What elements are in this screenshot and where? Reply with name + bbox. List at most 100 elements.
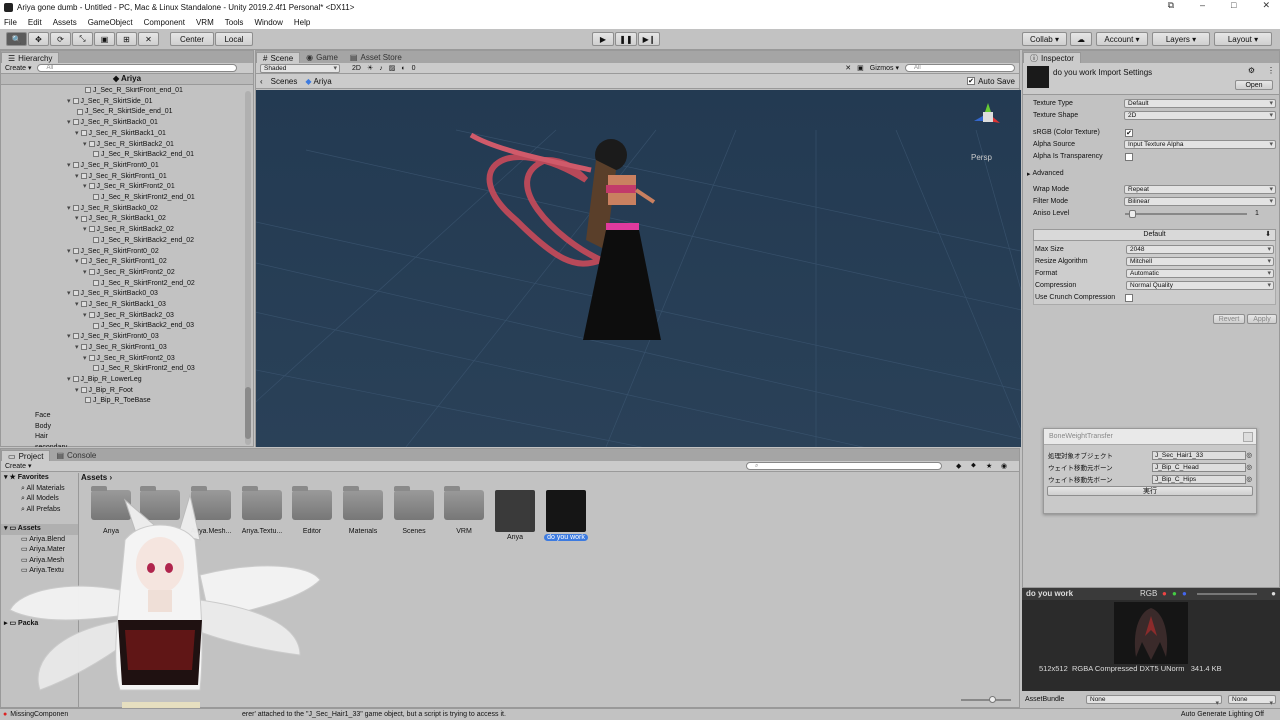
hierarchy-item[interactable]: J_Sec_R_SkirtFront2_end_03 (91, 364, 195, 374)
download-icon[interactable]: ⬇ (1265, 230, 1271, 240)
srgb-checkbox[interactable]: ✔ (1125, 128, 1133, 137)
menu-vrm[interactable]: VRM (196, 18, 214, 27)
expand-arrow-icon[interactable]: ▾ (75, 301, 79, 308)
step-button[interactable]: ▶❙ (638, 32, 660, 46)
channel-rgb-button[interactable]: RGB (1140, 588, 1157, 600)
hierarchy-create-button[interactable]: Create ▾ (5, 64, 31, 72)
hand-tool-button[interactable]: 🔍 (6, 32, 27, 46)
hierarchy-item[interactable]: secondary (35, 443, 67, 447)
asset-folder[interactable]: Materials (341, 486, 385, 535)
expand-arrow-icon[interactable]: ▾ (67, 333, 71, 340)
asset-folder[interactable]: Scenes (392, 486, 436, 535)
hierarchy-item[interactable]: ▾ J_Sec_R_SkirtFront2_03 (83, 354, 175, 364)
wrap-mode-dropdown[interactable]: Repeat (1124, 185, 1276, 194)
hierarchy-item[interactable]: ▾ J_Sec_R_SkirtBack2_02 (83, 225, 174, 235)
audio-toggle-icon[interactable]: ♪ (379, 65, 383, 72)
run-button[interactable]: 実行 (1047, 486, 1253, 496)
open-button[interactable]: Open (1235, 80, 1273, 90)
hierarchy-item[interactable]: Hair (35, 432, 48, 442)
bone-weight-dest-field[interactable]: J_Bip_C_Hips (1152, 474, 1246, 484)
tab-scene[interactable]: # Scene (256, 52, 301, 63)
menu-edit[interactable]: Edit (28, 18, 42, 27)
effects-toggle-icon[interactable]: ▨ (389, 64, 396, 72)
channel-blue-icon[interactable]: ● (1182, 588, 1187, 600)
hierarchy-item[interactable]: ▾ J_Sec_R_SkirtSide_01 (67, 97, 153, 107)
hidden-objects-icon[interactable]: ◐ (401, 65, 405, 72)
gizmos-dropdown[interactable]: Gizmos ▾ (870, 64, 899, 72)
resize-algorithm-dropdown[interactable]: Mitchell (1126, 257, 1274, 266)
menu-assets[interactable]: Assets (53, 18, 77, 27)
account-dropdown[interactable]: Account ▾ (1096, 32, 1148, 46)
hierarchy-item[interactable]: J_Bip_R_ToeBase (83, 396, 151, 406)
preview-options-icon[interactable]: ● (1271, 588, 1276, 600)
hierarchy-item[interactable]: ▾ J_Sec_R_SkirtFront2_01 (83, 182, 175, 192)
close-icon[interactable]: ✕ (1262, 0, 1270, 11)
channel-red-icon[interactable]: ● (1162, 588, 1167, 600)
layers-dropdown[interactable]: Layers ▾ (1152, 32, 1210, 46)
pause-button[interactable]: ❚❚ (615, 32, 637, 46)
compression-dropdown[interactable]: Normal Quality (1126, 281, 1274, 290)
scale-tool-button[interactable]: ⤡ (72, 32, 93, 46)
mip-slider[interactable] (1197, 593, 1257, 595)
apply-button[interactable]: Apply (1247, 314, 1277, 324)
expand-arrow-icon[interactable]: ▾ (83, 141, 87, 148)
bone-weight-title-bar[interactable]: BoneWeightTransfer (1044, 429, 1256, 445)
play-button[interactable]: ▶ (592, 32, 614, 46)
hierarchy-item[interactable]: ▾ J_Bip_R_LowerLeg (67, 375, 142, 385)
aniso-value[interactable]: 1 (1255, 210, 1259, 217)
transform-tool-button[interactable]: ⊞ (116, 32, 137, 46)
hierarchy-item[interactable]: ▾ J_Sec_R_SkirtFront2_02 (83, 268, 175, 278)
bone-weight-source-field[interactable]: J_Bip_C_Head (1152, 462, 1246, 472)
expand-arrow-icon[interactable]: ▾ (75, 387, 79, 394)
persp-label[interactable]: Persp (971, 153, 992, 162)
hierarchy-item[interactable]: J_Sec_R_SkirtBack2_end_01 (91, 150, 194, 160)
menu-window[interactable]: Window (254, 18, 282, 27)
gizmo-center[interactable] (983, 112, 993, 122)
hierarchy-scene-header[interactable]: ◆ Ariya (1, 74, 253, 85)
scene-viewport[interactable]: Persp (256, 90, 1021, 447)
asset-folder[interactable]: VRM (442, 486, 486, 535)
object-picker-icon[interactable]: ◎ (1246, 475, 1252, 483)
inspector-menu-icon[interactable]: ⋮ (1267, 66, 1275, 75)
hierarchy-scroll-thumb[interactable] (245, 387, 251, 439)
hierarchy-item[interactable]: Body (35, 422, 51, 432)
thumbnail-size-slider[interactable] (961, 696, 1011, 703)
bone-weight-close-button[interactable] (1243, 432, 1253, 442)
hierarchy-item[interactable]: ▾ J_Sec_R_SkirtFront1_02 (75, 257, 167, 267)
menu-component[interactable]: Component (144, 18, 185, 27)
tab-game[interactable]: ◉ Game (300, 52, 344, 63)
asset-texture[interactable]: do you work (544, 490, 588, 541)
expand-arrow-icon[interactable]: ▾ (75, 258, 79, 265)
scene-search-input[interactable]: All (905, 64, 1015, 72)
inspector-settings-icon[interactable]: ⚙ (1248, 66, 1255, 75)
menu-gameobject[interactable]: GameObject (88, 18, 133, 27)
status-message-start[interactable]: MissingComponen (10, 711, 68, 718)
expand-arrow-icon[interactable]: ▾ (75, 344, 79, 351)
tab-hierarchy[interactable]: ☰ Hierarchy (1, 52, 60, 63)
expand-arrow-icon[interactable]: ▾ (83, 355, 87, 362)
hierarchy-item[interactable]: ▾ J_Sec_R_SkirtBack2_01 (83, 140, 174, 150)
hierarchy-item[interactable]: ▾ J_Bip_R_Foot (75, 386, 133, 396)
hierarchy-item[interactable]: J_Sec_R_SkirtFront2_end_02 (91, 279, 195, 289)
2d-toggle[interactable]: 2D (352, 65, 361, 72)
menu-tools[interactable]: Tools (225, 18, 244, 27)
expand-arrow-icon[interactable]: ▾ (67, 162, 71, 169)
rect-tool-button[interactable]: ▣ (94, 32, 115, 46)
expand-arrow-icon[interactable]: ▾ (67, 290, 71, 297)
asset-variant-dropdown[interactable]: None (1228, 695, 1276, 712)
lighting-toggle-icon[interactable]: ☀ (367, 64, 373, 72)
channel-green-icon[interactable]: ● (1172, 588, 1177, 600)
hierarchy-item[interactable]: ▾ J_Sec_R_SkirtBack2_03 (83, 311, 174, 321)
hierarchy-item[interactable]: ▾ J_Sec_R_SkirtBack0_01 (67, 118, 158, 128)
hierarchy-item[interactable]: ▾ J_Sec_R_SkirtBack1_01 (75, 129, 166, 139)
expand-arrow-icon[interactable]: ▾ (83, 226, 87, 233)
hierarchy-item[interactable]: J_Sec_R_SkirtFront_end_01 (83, 87, 183, 96)
auto-save-toggle[interactable]: ✔ Auto Save (967, 77, 1015, 86)
camera-icon[interactable]: ▣ (857, 64, 864, 72)
maximize-icon[interactable]: □ (1231, 0, 1236, 11)
hierarchy-item[interactable]: ▾ J_Sec_R_SkirtBack1_02 (75, 214, 166, 224)
collab-dropdown[interactable]: Collab ▾ (1022, 32, 1067, 46)
texture-type-dropdown[interactable]: Default (1124, 99, 1276, 108)
hierarchy-item[interactable]: J_Sec_R_SkirtSide_end_01 (75, 107, 173, 117)
platform-default-tab[interactable]: Default (1143, 231, 1165, 238)
